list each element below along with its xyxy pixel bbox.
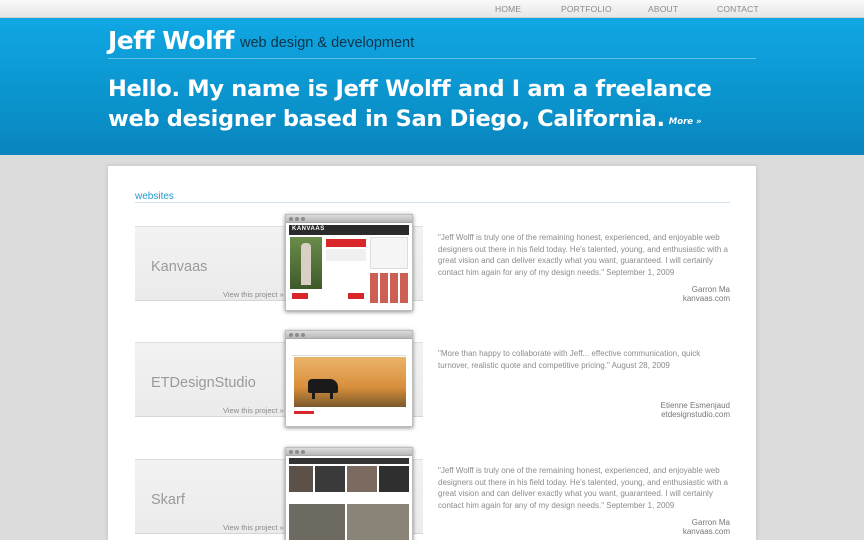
thumb-photo bbox=[347, 466, 377, 492]
thumb-photo bbox=[347, 504, 409, 540]
intro-text: Hello. My name is Jeff Wolff and I am a … bbox=[108, 74, 748, 137]
view-project-link[interactable]: View this project » bbox=[223, 523, 284, 532]
author-name: Etienne Esmenjaud bbox=[660, 401, 730, 410]
nav-portfolio[interactable]: PORTFOLIO bbox=[561, 4, 612, 14]
intro-line-2: web designer based in San Diego, Califor… bbox=[108, 104, 748, 137]
thumb-photo bbox=[289, 466, 313, 492]
testimonial-author: Etienne Esmenjaud etdesignstudio.com bbox=[530, 401, 730, 419]
more-link[interactable]: More » bbox=[669, 117, 702, 127]
thumb-banner bbox=[326, 239, 366, 247]
testimonial-quote: "More than happy to collaborate with Jef… bbox=[438, 349, 701, 370]
thumb-photo bbox=[379, 466, 409, 492]
thumb-accent bbox=[294, 411, 314, 414]
testimonial-quote: "Jeff Wolff is truly one of the remainin… bbox=[438, 233, 728, 277]
intro-line-2-text: web designer based in San Diego, Califor… bbox=[108, 106, 665, 132]
top-nav: HOME PORTFOLIO ABOUT CONTACT bbox=[0, 0, 864, 18]
project-thumbnail[interactable] bbox=[285, 330, 413, 427]
project-name: ETDesignStudio bbox=[151, 375, 256, 391]
browser-chrome bbox=[286, 331, 412, 339]
thumb-sidebar bbox=[370, 237, 408, 269]
project-thumbnail[interactable] bbox=[285, 447, 413, 540]
author-site: etdesignstudio.com bbox=[661, 410, 730, 419]
site-tagline: web design & development bbox=[240, 35, 415, 51]
content-panel: websites Kanvaas View this project » KAN… bbox=[107, 165, 757, 540]
view-project-link[interactable]: View this project » bbox=[223, 406, 284, 415]
thumb-photo bbox=[290, 237, 322, 289]
author-name: Garron Ma bbox=[691, 285, 730, 294]
testimonial-quote: "Jeff Wolff is truly one of the remainin… bbox=[438, 466, 728, 510]
author-site: kanvaas.com bbox=[682, 527, 730, 536]
section-divider bbox=[135, 202, 730, 203]
thumb-gallery bbox=[370, 273, 408, 303]
thumb-cow-figure bbox=[308, 379, 338, 399]
thumb-site-header bbox=[292, 342, 406, 356]
thumb-site-header bbox=[289, 458, 409, 464]
testimonial-author: Garron Ma kanvaas.com bbox=[530, 518, 730, 536]
site-logo[interactable]: Jeff Wolff bbox=[108, 26, 234, 55]
author-site: kanvaas.com bbox=[682, 294, 730, 303]
thumb-site-header: KANVAAS bbox=[289, 225, 409, 235]
browser-chrome bbox=[286, 215, 412, 223]
thumb-back-button bbox=[292, 293, 308, 299]
author-name: Garron Ma bbox=[691, 518, 730, 527]
browser-chrome bbox=[286, 448, 412, 456]
thumb-photo bbox=[315, 466, 345, 492]
project-thumbnail[interactable]: KANVAAS bbox=[285, 214, 413, 311]
project-name: Skarf bbox=[151, 492, 185, 508]
project-name: Kanvaas bbox=[151, 259, 208, 275]
thumb-next-button bbox=[348, 293, 364, 299]
nav-about[interactable]: ABOUT bbox=[648, 4, 678, 14]
testimonial-author: Garron Ma kanvaas.com bbox=[530, 285, 730, 303]
section-title: websites bbox=[135, 191, 174, 202]
nav-home[interactable]: HOME bbox=[495, 4, 521, 14]
nav-contact[interactable]: CONTACT bbox=[717, 4, 759, 14]
thumb-logo: KANVAAS bbox=[292, 226, 325, 232]
intro-line-1: Hello. My name is Jeff Wolff and I am a … bbox=[108, 76, 712, 102]
thumb-text-block bbox=[326, 249, 366, 261]
thumb-photo bbox=[289, 504, 345, 540]
header-divider bbox=[108, 58, 756, 59]
site-header: Jeff Wolff web design & development Hell… bbox=[0, 18, 864, 155]
view-project-link[interactable]: View this project » bbox=[223, 290, 284, 299]
